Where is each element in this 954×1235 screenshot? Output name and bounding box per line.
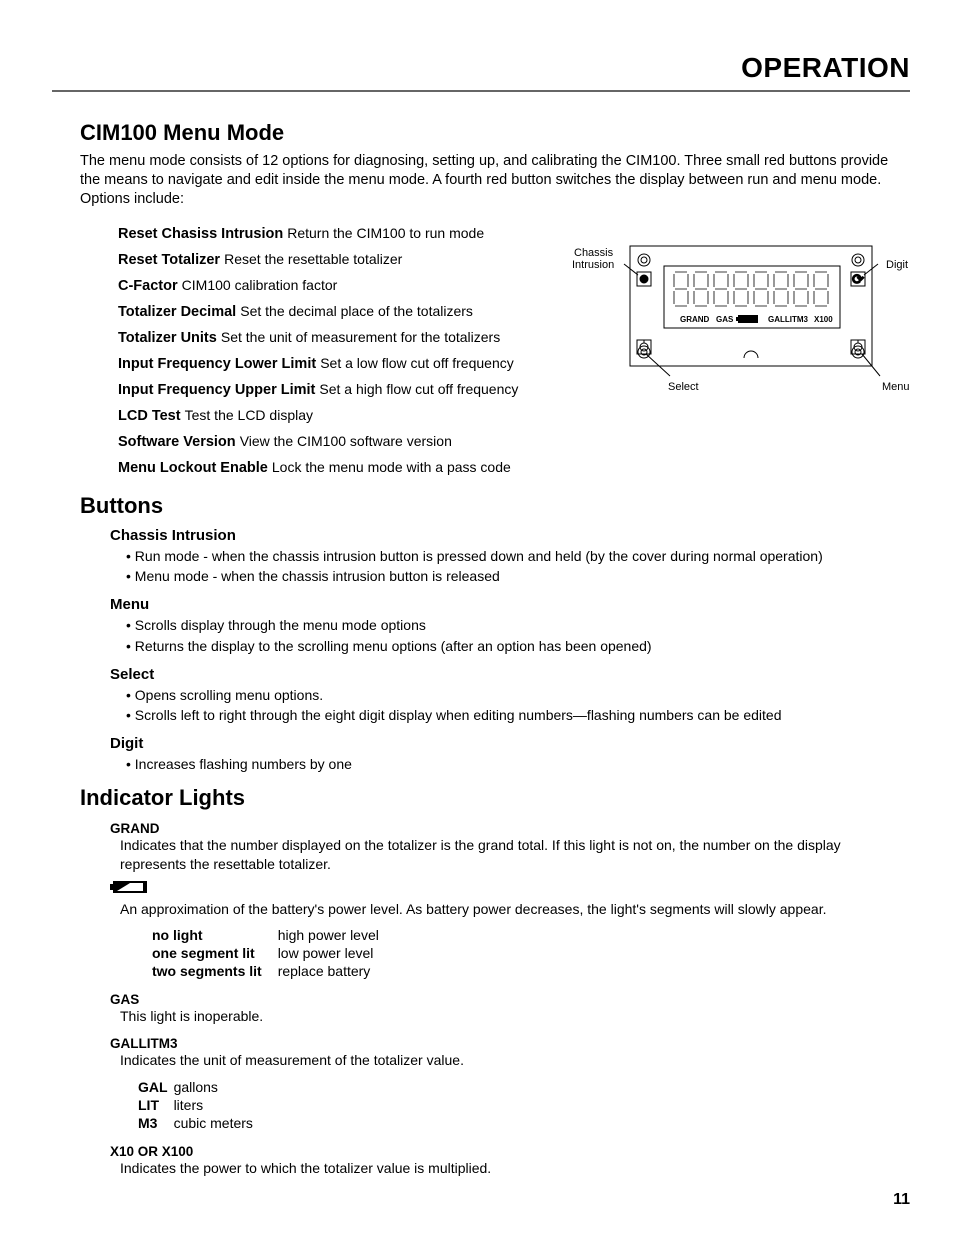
menu-option-name: Reset Totalizer: [118, 252, 220, 268]
cell: replace battery: [278, 962, 395, 980]
bullet-list: Scrolls display through the menu mode op…: [126, 615, 910, 656]
indicator-label-mult: X10 OR X100: [110, 1144, 910, 1159]
svg-text:GRAND: GRAND: [680, 315, 710, 324]
section-menu-mode-intro: The menu mode consists of 12 options for…: [80, 152, 910, 209]
device-figure: ⟳ GRAND GAS: [560, 236, 930, 416]
menu-option-desc: Return the CIM100 to run mode: [287, 225, 484, 241]
label-intrusion: Intrusion: [572, 259, 614, 271]
cell: high power level: [278, 926, 395, 944]
indicator-text: An approximation of the battery's power …: [120, 900, 910, 919]
bullet: Returns the display to the scrolling men…: [126, 636, 910, 656]
battery-icon: [110, 880, 150, 894]
battery-levels-table: no lighthigh power level one segment lit…: [152, 926, 395, 980]
svg-text:GAS: GAS: [716, 315, 734, 324]
cell: M3: [138, 1114, 174, 1132]
label-chassis: Chassis: [574, 247, 614, 259]
indicator-label-gas: GAS: [110, 992, 910, 1007]
label-digit: Digit: [886, 259, 908, 271]
menu-option-desc: Set the unit of measurement for the tota…: [221, 329, 500, 345]
section-buttons-title: Buttons: [80, 493, 910, 519]
cell: LIT: [138, 1096, 174, 1114]
label-menu: Menu: [882, 381, 910, 393]
cell: no light: [152, 926, 278, 944]
menu-option-name: Input Frequency Upper Limit: [118, 382, 315, 398]
button-group-name: Chassis Intrusion: [110, 527, 910, 544]
label-select: Select: [668, 381, 699, 393]
cell: liters: [174, 1096, 259, 1114]
bullet-list: Run mode - when the chassis intrusion bu…: [126, 546, 910, 587]
button-group-name: Digit: [110, 735, 910, 752]
bullet: Menu mode - when the chassis intrusion b…: [126, 566, 910, 586]
bullet-list: Opens scrolling menu options. Scrolls le…: [126, 685, 910, 726]
menu-option-desc: CIM100 calibration factor: [182, 277, 338, 293]
indicator-label-units: GALLITM3: [110, 1036, 910, 1051]
menu-option-desc: Set the decimal place of the totalizers: [240, 303, 473, 319]
page-header: OPERATION: [52, 52, 910, 92]
units-table: GALgallons LITliters M3cubic meters: [138, 1078, 259, 1132]
bullet-list: Increases flashing numbers by one: [126, 754, 910, 774]
indicator-text: Indicates the power to which the totaliz…: [120, 1159, 910, 1178]
bullet: Opens scrolling menu options.: [126, 685, 910, 705]
section-indicator-title: Indicator Lights: [80, 785, 910, 811]
menu-option-desc: Lock the menu mode with a pass code: [272, 459, 511, 475]
page-number: 11: [893, 1191, 910, 1209]
menu-option-desc: Set a low flow cut off frequency: [320, 355, 514, 371]
menu-option-desc: View the CIM100 software version: [240, 433, 452, 449]
menu-option-desc: Reset the resettable totalizer: [224, 251, 402, 267]
svg-text:X100: X100: [814, 315, 833, 324]
menu-option-name: Menu Lockout Enable: [118, 460, 268, 476]
menu-option-desc: Set a high flow cut off frequency: [319, 381, 518, 397]
indicator-text: This light is inoperable.: [120, 1007, 910, 1026]
bullet: Run mode - when the chassis intrusion bu…: [126, 546, 910, 566]
cell: GAL: [138, 1078, 174, 1096]
bullet: Scrolls left to right through the eight …: [126, 705, 910, 725]
menu-option-desc: Test the LCD display: [185, 407, 313, 423]
menu-option-name: Totalizer Units: [118, 330, 217, 346]
bullet: Increases flashing numbers by one: [126, 754, 910, 774]
menu-option-name: LCD Test: [118, 408, 181, 424]
menu-option-name: Software Version: [118, 434, 236, 450]
menu-options-list: Reset Chasiss Intrusion Return the CIM10…: [118, 223, 558, 479]
menu-option-name: Totalizer Decimal: [118, 304, 236, 320]
cell: cubic meters: [174, 1114, 259, 1132]
section-menu-mode-title: CIM100 Menu Mode: [80, 120, 910, 146]
indicator-text: Indicates the unit of measurement of the…: [120, 1051, 910, 1070]
bullet: Scrolls display through the menu mode op…: [126, 615, 910, 635]
menu-option-name: C-Factor: [118, 278, 178, 294]
button-group-name: Select: [110, 666, 910, 683]
indicator-label-grand: GRAND: [110, 821, 910, 836]
menu-option-name: Input Frequency Lower Limit: [118, 356, 316, 372]
menu-option-name: Reset Chasiss Intrusion: [118, 226, 283, 242]
svg-text:GALLITM3: GALLITM3: [768, 315, 809, 324]
button-group-name: Menu: [110, 596, 910, 613]
cell: two segments lit: [152, 962, 278, 980]
indicator-text: Indicates that the number displayed on t…: [120, 836, 910, 874]
cell: low power level: [278, 944, 395, 962]
cell: one segment lit: [152, 944, 278, 962]
cell: gallons: [174, 1078, 259, 1096]
svg-text:⟳: ⟳: [852, 271, 864, 287]
